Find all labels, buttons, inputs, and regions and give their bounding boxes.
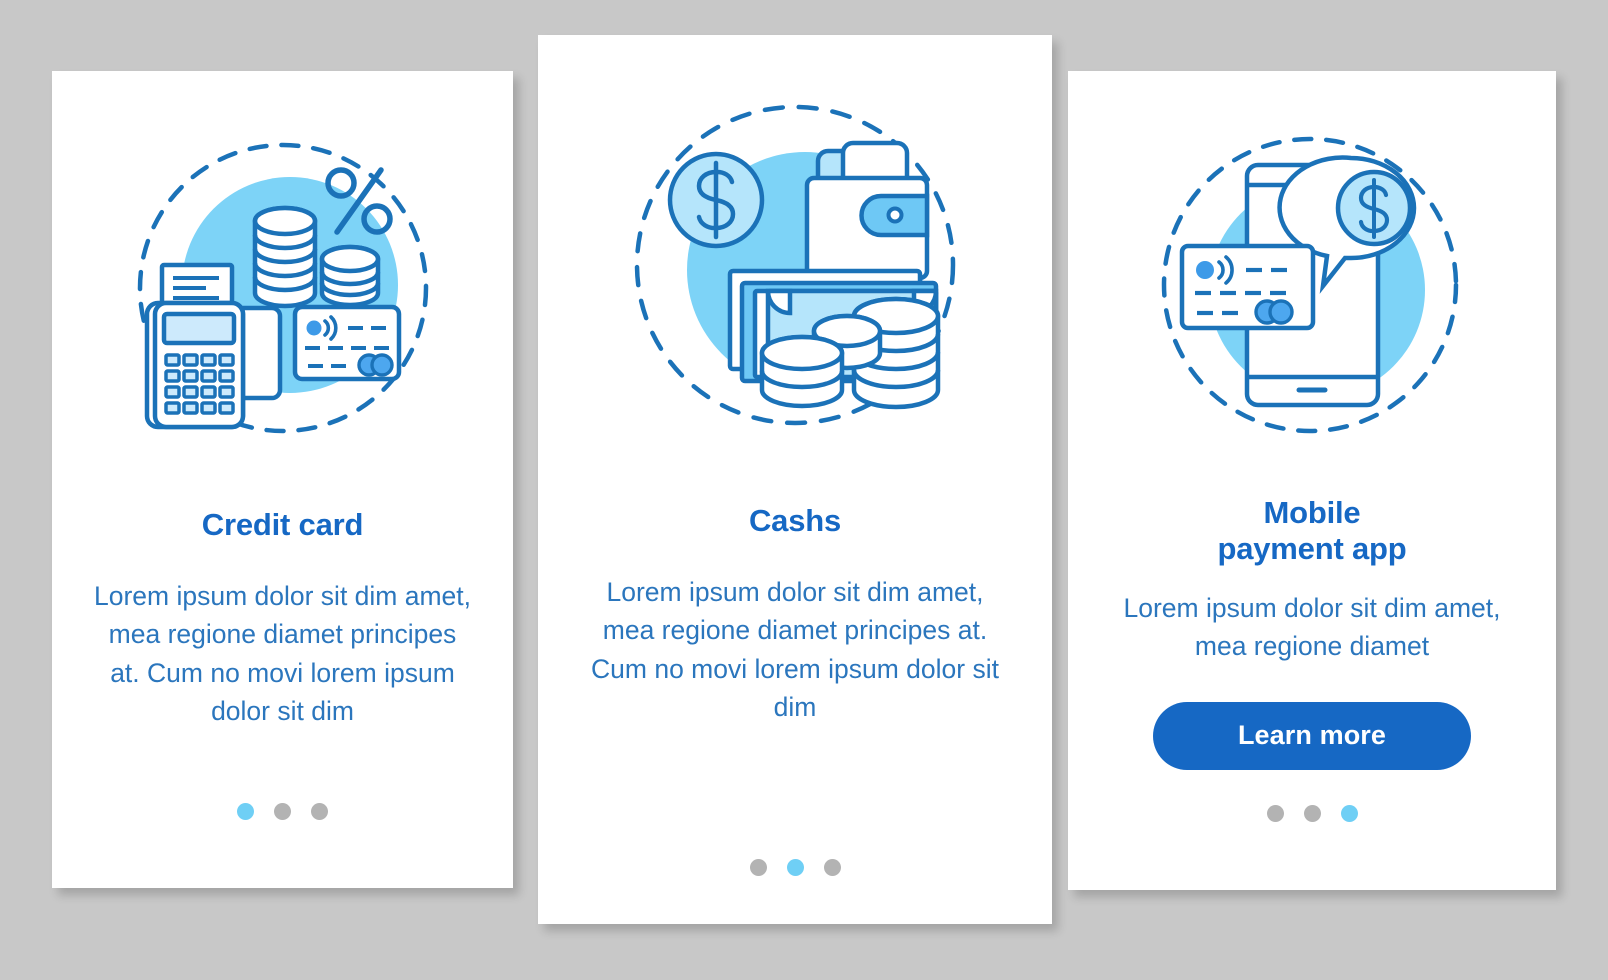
card-description-mobile-payment-app: Lorem ipsum dolor sit dim amet, mea regi…: [1123, 592, 1501, 662]
credit-card-illustration: [52, 125, 513, 455]
card-title-mobile-payment-app: Mobile payment app: [1068, 495, 1556, 567]
pagination-dot-1[interactable]: [749, 859, 767, 876]
coin-stack-left: [759, 334, 845, 409]
coin-stack-tall: [252, 205, 317, 309]
learn-more-button[interactable]: Learn more: [1153, 701, 1471, 770]
cash-illustration: [538, 85, 1052, 445]
coin-stack-short: [319, 244, 380, 308]
onboarding-card-credit-card: Credit card Lorem ipsum dolor sit dim am…: [52, 71, 513, 888]
pagination-dots-mobile-payment-app: [1068, 805, 1556, 822]
card-title-credit-card: Credit card: [201, 507, 364, 542]
pagination-dots-cashs: [538, 859, 1052, 876]
contactless-credit-card: [292, 304, 401, 382]
card-title-line-2: payment app: [1217, 530, 1407, 566]
pagination-dot-2[interactable]: [1303, 805, 1321, 822]
nfc-dot: [306, 320, 321, 336]
onboarding-card-cashs: Cashs Lorem ipsum dolor sit dim amet, me…: [538, 35, 1052, 924]
pagination-dots-credit-card: [52, 803, 513, 820]
terminal-screen: [161, 311, 236, 346]
card-description-cashs: Lorem ipsum dolor sit dim amet, mea regi…: [591, 576, 999, 723]
pagination-dot-3[interactable]: [311, 803, 328, 820]
dollar-coin: [667, 151, 765, 249]
pagination-dot-2[interactable]: [786, 859, 804, 876]
pagination-dot-3[interactable]: [823, 859, 841, 876]
card-title-line-1: Mobile: [1263, 495, 1361, 530]
wallet: [804, 140, 930, 281]
pagination-dot-3[interactable]: [1340, 805, 1358, 822]
pagination-dot-2[interactable]: [274, 803, 291, 820]
card-description-credit-card: Lorem ipsum dolor sit dim amet, mea regi…: [93, 580, 472, 727]
card-title-cashs: Cashs: [748, 503, 842, 538]
onboarding-card-mobile-payment-app: Mobile payment app Lorem ipsum dolor sit…: [1068, 71, 1556, 890]
card-chip-logo: [1254, 299, 1294, 325]
contactless-credit-card: [1179, 243, 1316, 331]
learn-more-button-row: Learn more: [1068, 701, 1556, 770]
pagination-dot-1[interactable]: [1266, 805, 1284, 822]
pos-terminal: [144, 300, 245, 430]
mobile-payment-illustration: [1068, 115, 1556, 455]
nfc-dot: [1196, 261, 1214, 279]
onboarding-screens-stage: Credit card Lorem ipsum dolor sit dim am…: [0, 0, 1608, 980]
wallet-banknotes-coins-illustration: [634, 104, 956, 426]
card-chip-logo: [356, 353, 394, 377]
pagination-dot-1[interactable]: [237, 803, 254, 820]
pos-terminal-coins-card-illustration: [137, 142, 428, 434]
smartphone-card-dollar-bubble-illustration: [1161, 136, 1459, 434]
